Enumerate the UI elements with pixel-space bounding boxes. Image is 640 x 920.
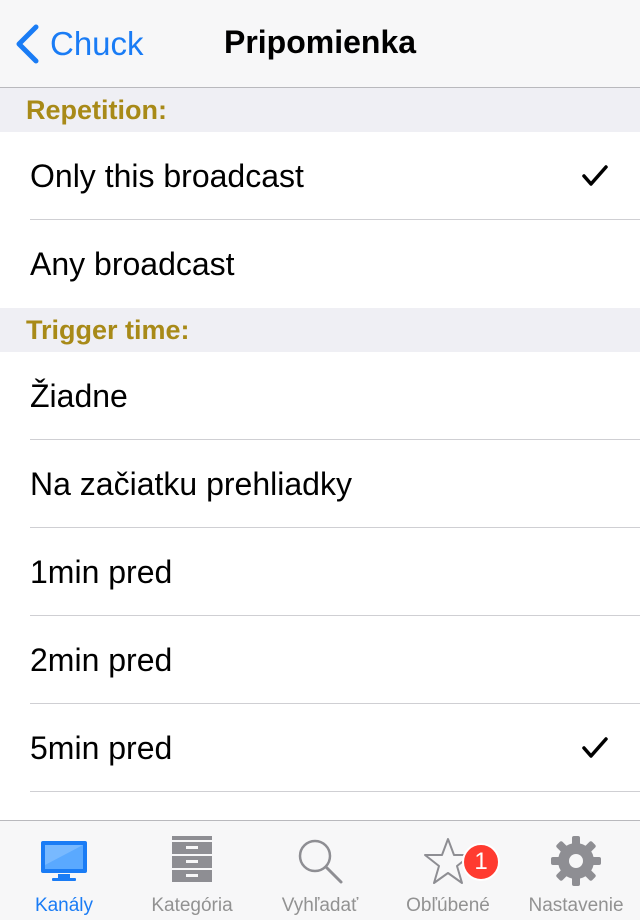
option-2min-pred[interactable]: 2min pred	[0, 616, 640, 704]
tab-kanaly[interactable]: Kanály	[0, 821, 128, 920]
tab-bar: Kanály Kategória Vyhľadať 1 Obľúbené Nas…	[0, 820, 640, 920]
monitor-icon	[34, 833, 94, 889]
tab-nastavenie[interactable]: Nastavenie	[512, 821, 640, 920]
checkmark-icon	[582, 737, 608, 758]
tab-label: Kanály	[34, 895, 94, 916]
option-only-this-broadcast[interactable]: Only this broadcast	[0, 132, 640, 220]
tab-oblubene[interactable]: 1 Obľúbené	[384, 821, 512, 920]
option-na-zaciatku-prehliadky[interactable]: Na začiatku prehliadky	[0, 440, 640, 528]
tab-label: Obľúbené	[406, 895, 490, 916]
option-5min-pred[interactable]: 5min pred	[0, 704, 640, 792]
notification-badge: 1	[462, 843, 500, 881]
option-label: Na začiatku prehliadky	[30, 465, 352, 502]
option-label: Only this broadcast	[30, 157, 304, 194]
gear-icon	[546, 833, 606, 889]
star-icon: 1	[418, 833, 500, 889]
option-1min-pred[interactable]: 1min pred	[0, 528, 640, 616]
option-ziadne[interactable]: Žiadne	[0, 352, 640, 440]
option-label: 2min pred	[30, 641, 173, 678]
tab-label: Nastavenie	[528, 895, 624, 916]
checkmark-icon	[582, 165, 608, 186]
page-title: Pripomienka	[223, 24, 417, 60]
option-label: Any broadcast	[30, 245, 235, 282]
section-header-trigger-time: Trigger time:	[0, 308, 640, 352]
navigation-bar: Chuck Pripomienka	[0, 0, 640, 88]
tab-kategoria[interactable]: Kategória	[128, 821, 256, 920]
tab-label: Kategória	[151, 895, 233, 916]
option-label: Žiadne	[30, 377, 128, 414]
tab-label: Vyhľadať	[281, 895, 359, 916]
cabinet-icon	[162, 833, 222, 889]
tab-vyhladat[interactable]: Vyhľadať	[256, 821, 384, 920]
option-any-broadcast[interactable]: Any broadcast	[0, 220, 640, 308]
option-label: 1min pred	[30, 553, 173, 590]
search-icon	[290, 833, 350, 889]
option-partial-row[interactable]	[0, 792, 640, 820]
section-header-repetition: Repetition:	[0, 88, 640, 132]
option-label: 5min pred	[30, 729, 173, 766]
